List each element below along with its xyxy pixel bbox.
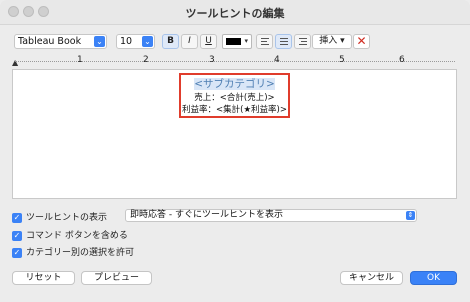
allow-selection-by-category-label: カテゴリー別の選択を許可 [26, 248, 135, 258]
ruler-mark: 6 [399, 55, 405, 65]
tooltip-mode-value: 即時応答 - すぐにツールヒントを表示 [130, 210, 283, 220]
align-left-button[interactable] [256, 34, 273, 49]
checkbox-checked-icon[interactable]: ✓ [12, 247, 22, 258]
font-size-value: 10 [120, 36, 133, 47]
tooltip-line-subcategory: <サブカテゴリ> [194, 78, 275, 90]
underline-button[interactable]: U [200, 34, 217, 49]
ruler-mark: 3 [209, 55, 215, 65]
ruler-mark: 1 [77, 55, 83, 65]
chevron-updown-icon: ⇕ [406, 211, 415, 220]
ruler-mark: 2 [143, 55, 149, 65]
font-size-select[interactable]: 10 ⌄ [116, 34, 155, 49]
align-center-button[interactable] [275, 34, 292, 49]
tooltip-line-sales: 売上：<合計(売上)> [194, 93, 275, 103]
reset-button[interactable]: リセット [12, 271, 75, 285]
ruler: ▲ 1 2 3 4 5 6 [12, 55, 458, 68]
show-tooltips-label: ツールヒントの表示 [26, 213, 108, 223]
show-tooltips-option[interactable]: ✓ ツールヒントの表示 [12, 210, 107, 223]
font-family-value: Tableau Book [18, 36, 82, 47]
color-swatch [226, 38, 241, 45]
align-right-button[interactable] [294, 34, 311, 49]
include-command-buttons-option[interactable]: ✓ コマンド ボタンを含める [12, 228, 128, 241]
checkbox-checked-icon[interactable]: ✓ [12, 230, 22, 241]
font-family-select[interactable]: Tableau Book ⌄ [14, 34, 107, 49]
title-bar: ツールヒントの編集 [0, 0, 470, 25]
italic-button[interactable]: I [181, 34, 198, 49]
chevron-down-icon: ⌄ [94, 36, 105, 47]
tooltip-mode-select[interactable]: 即時応答 - すぐにツールヒントを表示 ⇕ [125, 209, 417, 222]
allow-selection-by-category-option[interactable]: ✓ カテゴリー別の選択を許可 [12, 245, 134, 258]
tooltip-editor-dialog: ツールヒントの編集 Tableau Book ⌄ 10 ⌄ B I U ▾ 挿入… [0, 0, 470, 302]
checkbox-checked-icon[interactable]: ✓ [12, 212, 22, 223]
ruler-mark: 5 [339, 55, 345, 65]
chevron-down-icon: ▾ [244, 37, 248, 45]
tab-stop-marker[interactable]: ▲ [12, 58, 18, 67]
chevron-down-icon: ⌄ [142, 36, 153, 47]
tooltip-line-profit-ratio: 利益率：<集計(★利益率)> [182, 105, 287, 115]
ok-button[interactable]: OK [410, 271, 457, 285]
insert-menu-button[interactable]: 挿入 ▾ [312, 34, 352, 49]
text-color-picker[interactable]: ▾ [222, 34, 252, 49]
format-toolbar: Tableau Book ⌄ 10 ⌄ B I U ▾ 挿入 ▾ ✕ [0, 34, 470, 52]
include-command-buttons-label: コマンド ボタンを含める [26, 231, 128, 241]
cancel-button[interactable]: キャンセル [340, 271, 403, 285]
ruler-mark: 4 [274, 55, 280, 65]
bold-button[interactable]: B [162, 34, 179, 49]
window-title: ツールヒントの編集 [185, 7, 285, 20]
preview-button[interactable]: プレビュー [81, 271, 152, 285]
clear-formatting-button[interactable]: ✕ [353, 34, 370, 49]
